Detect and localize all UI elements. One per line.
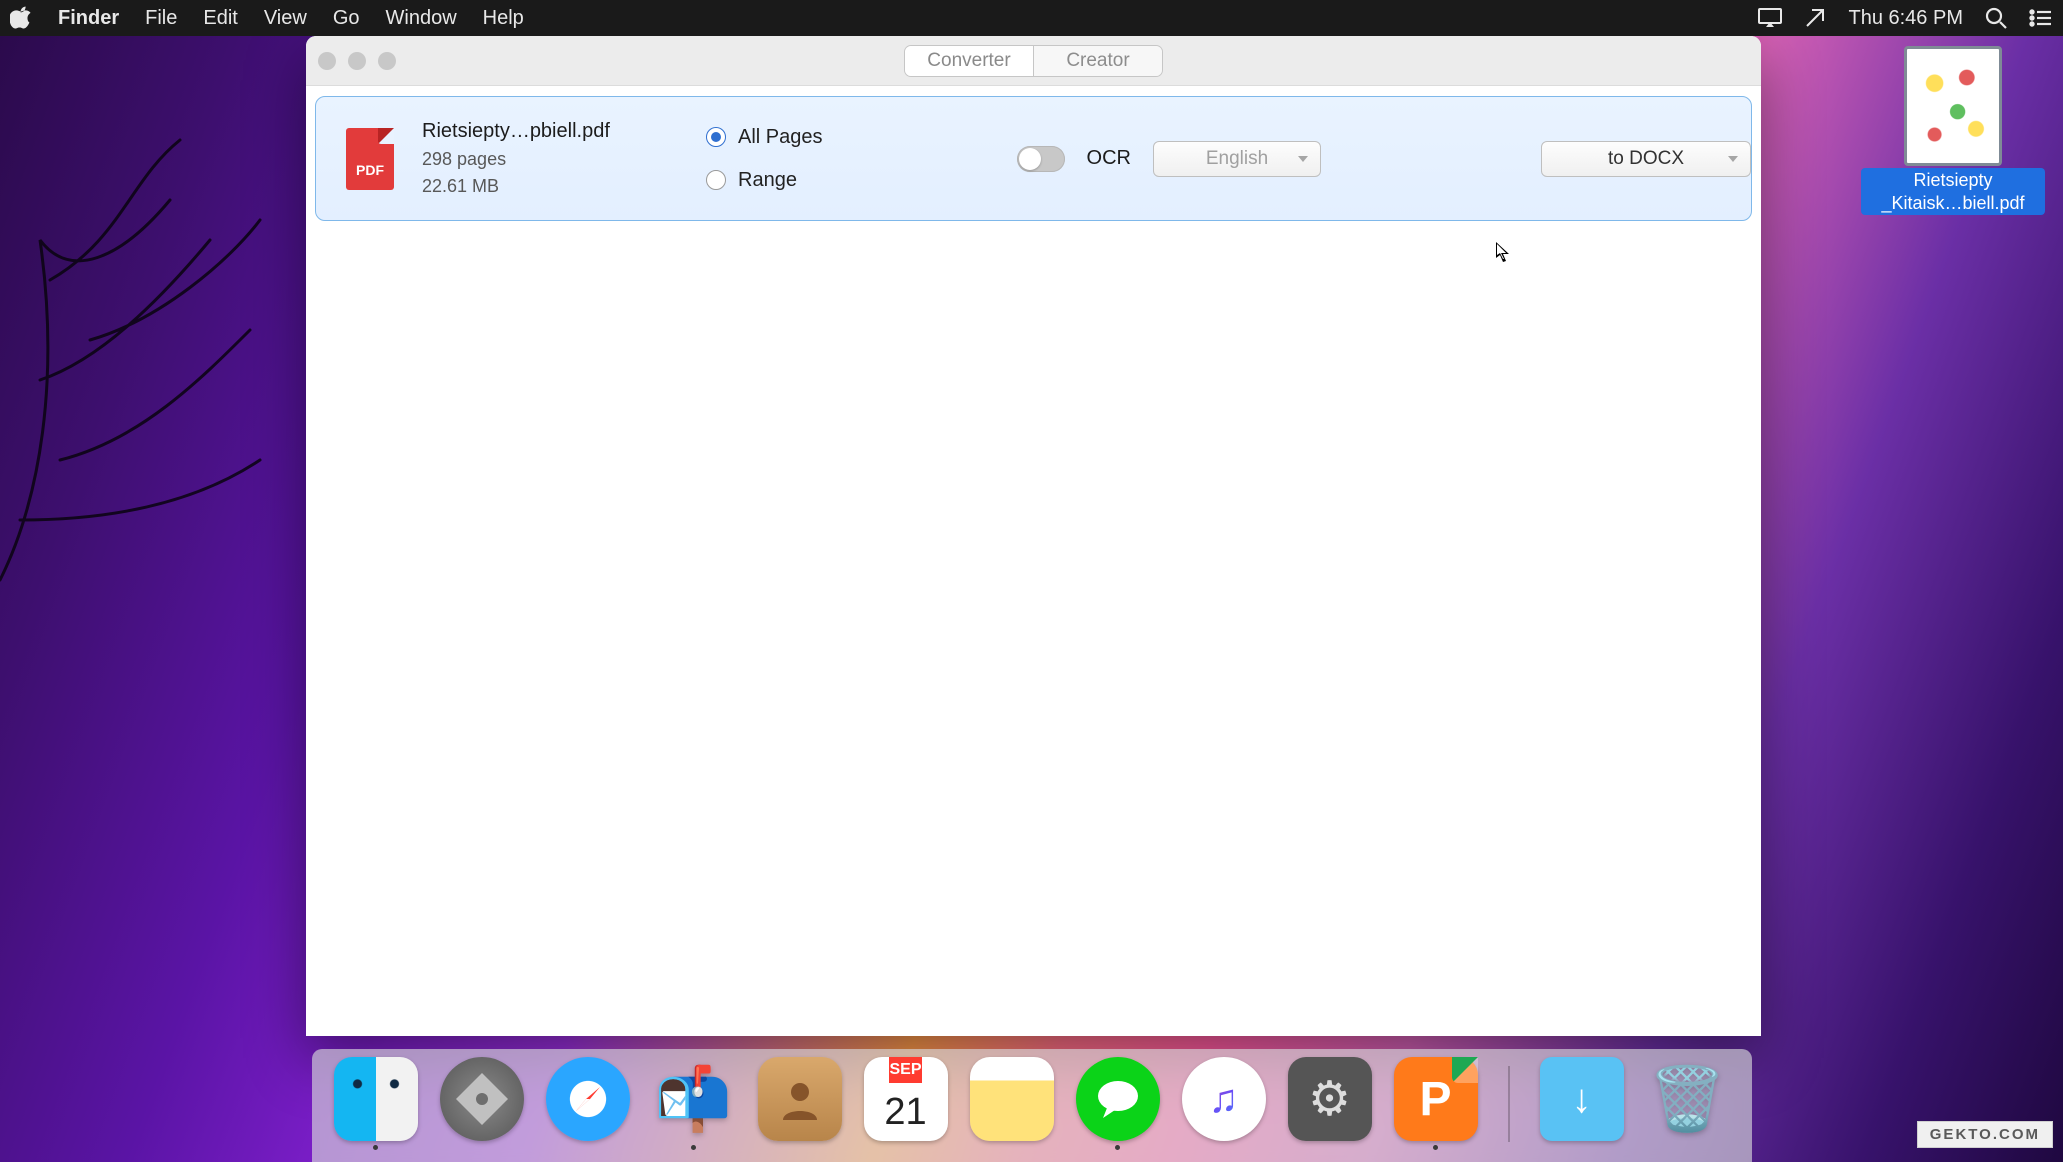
music-icon xyxy=(1182,1057,1266,1141)
file-size: 22.61 MB xyxy=(422,176,692,197)
launchpad-icon xyxy=(440,1057,524,1141)
file-pages: 298 pages xyxy=(422,149,692,170)
file-row[interactable]: PDF Rietsiepty…pbiell.pdf 298 pages 22.6… xyxy=(315,96,1752,221)
dock-trash[interactable]: 🗑️ xyxy=(1644,1057,1732,1150)
dock-indicator xyxy=(1579,1145,1584,1150)
window-controls xyxy=(318,52,396,70)
watermark: GEKTO.COM xyxy=(1917,1121,2053,1148)
mouse-cursor-icon xyxy=(1496,242,1512,264)
dock-pdf-converter-app[interactable] xyxy=(1392,1057,1480,1150)
menu-go[interactable]: Go xyxy=(333,7,360,30)
dock-indicator xyxy=(1115,1145,1120,1150)
dock-calendar[interactable]: SEP 21 xyxy=(862,1057,950,1150)
spotlight-icon[interactable] xyxy=(1985,7,2007,29)
dock-indicator xyxy=(1327,1145,1332,1150)
mail-icon: 📬 xyxy=(652,1057,736,1141)
pdf-file-icon: PDF xyxy=(346,128,394,190)
ocr-toggle[interactable] xyxy=(1017,146,1065,172)
calendar-day: 21 xyxy=(884,1083,926,1141)
dock-messages[interactable] xyxy=(1074,1057,1162,1150)
status-icon[interactable] xyxy=(1804,7,1826,29)
notification-center-icon[interactable] xyxy=(2029,9,2053,27)
menu-file[interactable]: File xyxy=(145,7,177,30)
dock-indicator xyxy=(903,1145,908,1150)
dock-indicator xyxy=(1221,1145,1226,1150)
ocr-group: OCR English xyxy=(936,141,1331,177)
window-minimize[interactable] xyxy=(348,52,366,70)
desktop-file-thumbnail xyxy=(1904,46,2002,166)
messages-icon xyxy=(1076,1057,1160,1141)
apple-menu[interactable] xyxy=(10,6,32,30)
dock-downloads[interactable] xyxy=(1538,1057,1626,1150)
menu-bar: Finder File Edit View Go Window Help Thu… xyxy=(0,0,2063,36)
ocr-language-dropdown[interactable]: English xyxy=(1153,141,1321,177)
desktop-file-label-line2: _Kitaisk…biell.pdf xyxy=(1881,193,2024,213)
window-titlebar[interactable]: Converter Creator xyxy=(306,36,1761,86)
dock-indicator xyxy=(585,1145,590,1150)
ocr-language-value: English xyxy=(1206,148,1268,170)
dock-indicator xyxy=(1433,1145,1438,1150)
dock-separator xyxy=(1508,1066,1510,1142)
output-format-dropdown[interactable]: to DOCX xyxy=(1541,141,1751,177)
dock-indicator xyxy=(1685,1145,1690,1150)
radio-mark-icon xyxy=(706,170,726,190)
finder-icon xyxy=(334,1057,418,1141)
dock-safari[interactable] xyxy=(544,1057,632,1150)
pdf-icon-label: PDF xyxy=(346,162,394,178)
dock-indicator xyxy=(691,1145,696,1150)
dock-indicator xyxy=(797,1145,802,1150)
menu-help[interactable]: Help xyxy=(483,7,524,30)
wallpaper-tree xyxy=(0,80,320,600)
dock-indicator xyxy=(373,1145,378,1150)
dock-music[interactable] xyxy=(1180,1057,1268,1150)
dock-finder[interactable] xyxy=(332,1057,420,1150)
menu-app-name[interactable]: Finder xyxy=(58,7,119,30)
file-list: PDF Rietsiepty…pbiell.pdf 298 pages 22.6… xyxy=(306,86,1761,1036)
menu-window[interactable]: Window xyxy=(386,7,457,30)
mode-segmented-control: Converter Creator xyxy=(904,45,1163,77)
pdf-converter-icon xyxy=(1394,1057,1478,1141)
dock-contacts[interactable] xyxy=(756,1057,844,1150)
dock: 📬 SEP 21 xyxy=(312,1049,1752,1162)
dock-mail[interactable]: 📬 xyxy=(650,1057,738,1150)
chevron-down-icon xyxy=(1298,156,1308,162)
menu-view[interactable]: View xyxy=(264,7,307,30)
dock-system-preferences[interactable] xyxy=(1286,1057,1374,1150)
file-meta: PDF Rietsiepty…pbiell.pdf 298 pages 22.6… xyxy=(316,120,706,197)
radio-range[interactable]: Range xyxy=(706,169,936,192)
desktop-file[interactable]: Rietsiepty _Kitaisk…biell.pdf xyxy=(1861,46,2045,215)
calendar-month: SEP xyxy=(889,1057,921,1083)
dock-indicator xyxy=(1009,1145,1014,1150)
downloads-icon xyxy=(1540,1057,1624,1141)
dock-notes[interactable] xyxy=(968,1057,1056,1150)
desktop-file-label-line1: Rietsiepty xyxy=(1913,170,1992,190)
output-format-value: to DOCX xyxy=(1608,148,1684,170)
file-name: Rietsiepty…pbiell.pdf xyxy=(422,120,692,143)
app-window: Converter Creator PDF Rietsiepty…pbiell.… xyxy=(306,36,1761,1036)
radio-all-pages[interactable]: All Pages xyxy=(706,126,936,149)
tab-creator[interactable]: Creator xyxy=(1034,46,1162,76)
window-close[interactable] xyxy=(318,52,336,70)
menu-edit[interactable]: Edit xyxy=(203,7,237,30)
tab-converter[interactable]: Converter xyxy=(905,46,1033,76)
menu-clock[interactable]: Thu 6:46 PM xyxy=(1848,7,1963,30)
ocr-label: OCR xyxy=(1087,147,1131,170)
contacts-icon xyxy=(758,1057,842,1141)
calendar-icon: SEP 21 xyxy=(864,1057,948,1141)
gear-icon xyxy=(1288,1057,1372,1141)
radio-all-pages-label: All Pages xyxy=(738,126,823,149)
notes-icon xyxy=(970,1057,1054,1141)
desktop-file-label: Rietsiepty _Kitaisk…biell.pdf xyxy=(1861,168,2045,215)
airplay-icon[interactable] xyxy=(1758,8,1782,28)
dock-launchpad[interactable] xyxy=(438,1057,526,1150)
dock-indicator xyxy=(479,1145,484,1150)
window-zoom[interactable] xyxy=(378,52,396,70)
trash-icon: 🗑️ xyxy=(1646,1057,1730,1141)
radio-range-label: Range xyxy=(738,169,797,192)
radio-mark-icon xyxy=(706,127,726,147)
page-range-group: All Pages Range xyxy=(706,126,936,192)
safari-icon xyxy=(546,1057,630,1141)
chevron-down-icon xyxy=(1728,156,1738,162)
